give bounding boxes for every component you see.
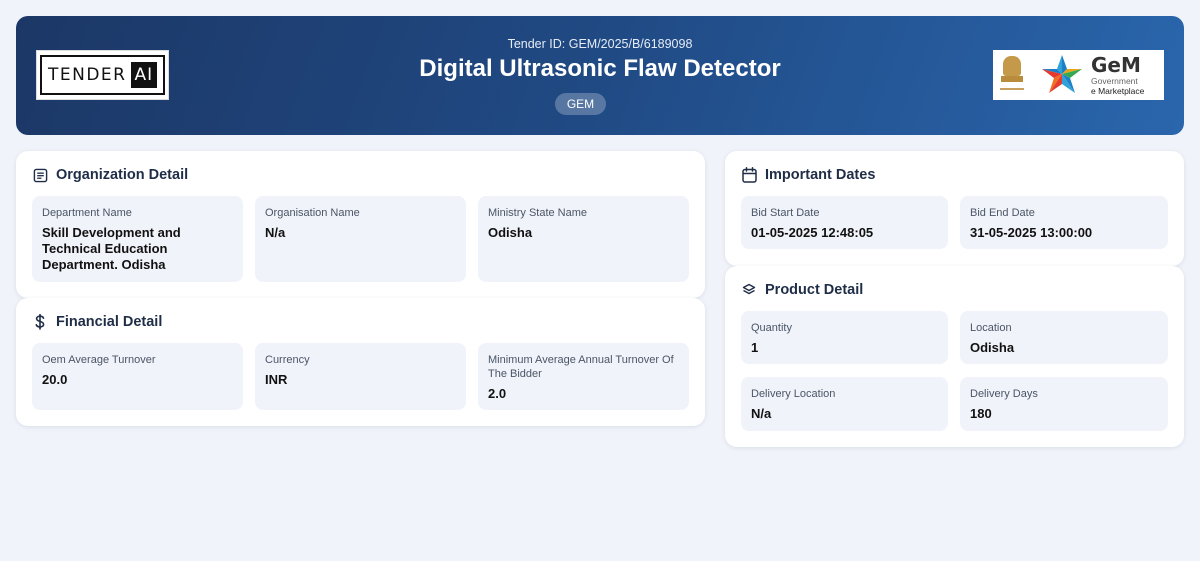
organization-detail-card: Organization Detail Department Name Skil…	[16, 151, 705, 298]
organisation-name-field: Organisation Name N/a	[255, 196, 466, 282]
location-field: Location Odisha	[960, 311, 1168, 364]
delivery-days-field: Delivery Days 180	[960, 377, 1168, 431]
field-value: 1	[751, 340, 759, 355]
quantity-field: Quantity 1	[741, 311, 948, 364]
field-label: Currency	[265, 354, 310, 366]
national-emblem-icon	[997, 52, 1027, 98]
gem-logo-line2: e Marketplace	[1091, 85, 1145, 96]
field-value: Odisha	[488, 225, 533, 240]
bid-end-date-field: Bid End Date 31-05-2025 13:00:00	[960, 196, 1168, 249]
field-label: Department Name	[42, 207, 132, 219]
field-value: N/a	[265, 225, 286, 240]
oem-average-turnover-field: Oem Average Turnover 20.0	[32, 343, 243, 410]
field-value: 20.0	[42, 372, 68, 387]
currency-field: Currency INR	[255, 343, 466, 410]
field-value: 31-05-2025 13:00:00	[970, 225, 1093, 240]
field-label: Delivery Days	[970, 388, 1038, 400]
field-label: Bid Start Date	[751, 207, 820, 219]
ministry-state-name-field: Ministry State Name Odisha	[478, 196, 689, 282]
gem-logo-line1: Government	[1091, 76, 1138, 86]
financial-detail-card: Financial Detail Oem Average Turnover 20…	[16, 298, 705, 426]
calendar-icon	[741, 167, 757, 183]
field-value: 01-05-2025 12:48:05	[751, 225, 874, 240]
dollar-icon	[32, 314, 48, 330]
department-name-field: Department Name Skill Development and Te…	[32, 196, 243, 282]
gem-star-icon	[1042, 55, 1082, 93]
layers-icon	[741, 282, 757, 298]
field-label: Oem Average Turnover	[42, 354, 156, 366]
delivery-location-field: Delivery Location N/a	[741, 377, 948, 431]
source-badge: GEM	[555, 93, 606, 115]
gem-logo-text: GeM	[1091, 53, 1141, 77]
field-label: Delivery Location	[751, 388, 836, 400]
product-detail-title: Product Detail	[741, 282, 863, 298]
field-value: INR	[265, 372, 288, 387]
product-detail-card: Product Detail Quantity 1 Location Odish…	[725, 266, 1184, 447]
card-title-text: Important Dates	[765, 167, 876, 183]
bid-start-date-field: Bid Start Date 01-05-2025 12:48:05	[741, 196, 948, 249]
document-icon	[32, 167, 48, 183]
card-title-text: Organization Detail	[56, 167, 189, 183]
field-value: N/a	[751, 406, 772, 421]
important-dates-card: Important Dates Bid Start Date 01-05-202…	[725, 151, 1184, 266]
organization-detail-title: Organization Detail	[32, 167, 188, 183]
field-value: 180	[970, 406, 992, 421]
field-value: Skill Development and Technical Educatio…	[42, 225, 181, 272]
card-title-text: Product Detail	[765, 282, 864, 298]
field-label: Quantity	[751, 322, 792, 334]
field-value: Odisha	[970, 340, 1015, 355]
important-dates-title: Important Dates	[741, 167, 875, 183]
minimum-turnover-field: Minimum Average Annual Turnover Of The B…	[478, 343, 689, 410]
field-label: Minimum Average Annual Turnover Of The B…	[488, 354, 674, 380]
field-label: Bid End Date	[970, 207, 1035, 219]
card-title-text: Financial Detail	[56, 314, 163, 330]
financial-detail-title: Financial Detail	[32, 314, 162, 330]
field-label: Ministry State Name	[488, 207, 588, 219]
field-label: Location	[970, 322, 1012, 334]
gem-logo[interactable]: GeM Government e Marketplace	[993, 50, 1164, 100]
field-label: Organisation Name	[265, 207, 360, 219]
field-value: 2.0	[488, 386, 507, 401]
header-banner: TENDER AI Tender ID: GEM/2025/B/6189098 …	[16, 16, 1184, 135]
tender-id: Tender ID: GEM/2025/B/6189098	[507, 37, 693, 51]
